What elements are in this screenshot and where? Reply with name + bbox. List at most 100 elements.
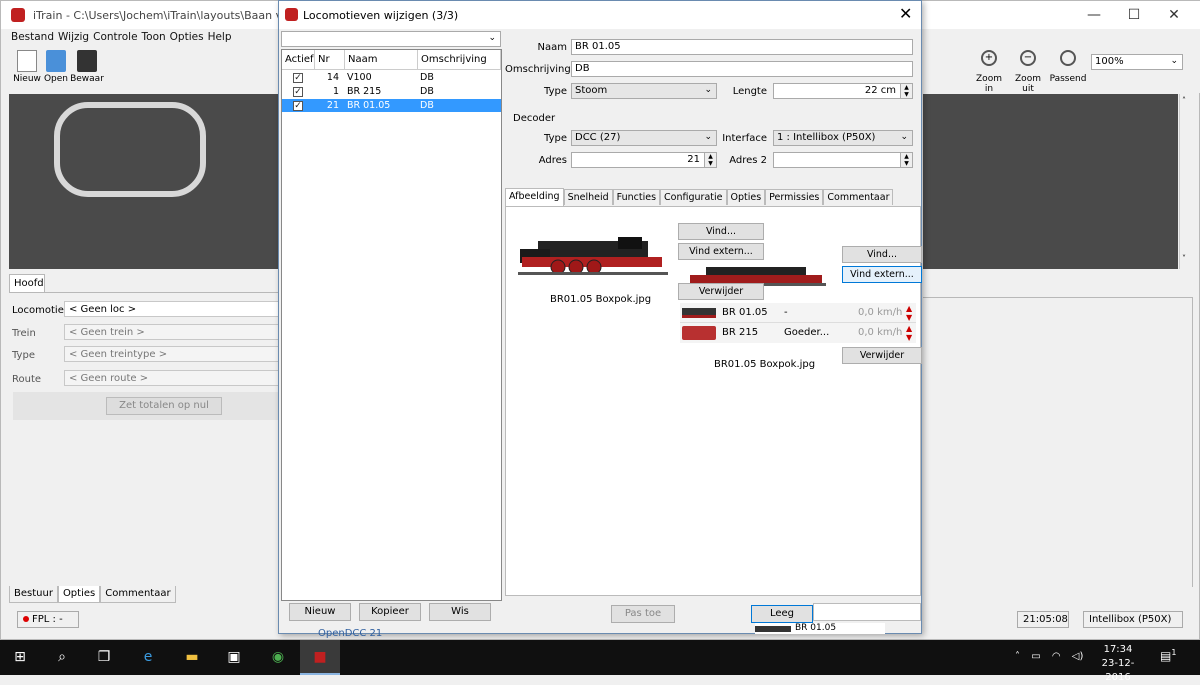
zoom-out-button[interactable]: − Zoom uit (1008, 50, 1048, 94)
tab-opties[interactable]: Opties (726, 189, 766, 205)
col-naam[interactable]: Naam (345, 50, 418, 70)
table-row-selected[interactable]: ✓ 21 BR 01.05 DB (282, 99, 501, 112)
direction-icon[interactable]: ▲ ▼ (906, 304, 912, 322)
scroll-up-icon[interactable]: ˄ (1182, 96, 1186, 105)
remove-button-ghost[interactable]: Verwijder (842, 347, 922, 364)
scroll-down-icon[interactable]: ˅ (1182, 254, 1186, 263)
edge-icon[interactable]: e (128, 640, 168, 675)
delete-loco-button[interactable]: Wis (429, 603, 491, 621)
zoom-out-label: Zoom uit (1015, 74, 1041, 94)
treintype-field[interactable]: < Geen treintype > (64, 346, 279, 362)
filter-select[interactable]: ⌄ (281, 31, 501, 47)
row-nr: 21 (326, 100, 339, 111)
clock-date: 23-12-2016 (1101, 658, 1135, 683)
tab-afbeelding[interactable]: Afbeelding (505, 188, 564, 206)
decoder-type-select[interactable]: DCC (27) ⌄ (571, 130, 717, 146)
chevron-up-icon[interactable]: ˄ (1015, 651, 1020, 662)
task-view-icon[interactable]: ❐ (84, 640, 124, 675)
col-omschrijving[interactable]: Omschrijving (418, 50, 501, 70)
menu-opties[interactable]: Opties (170, 31, 204, 43)
tab-permissies[interactable]: Permissies (765, 189, 824, 205)
route-field[interactable]: < Geen route > (64, 370, 279, 386)
zoom-in-icon: + (981, 50, 997, 66)
find-external-button-ghost[interactable]: Vind extern... (842, 266, 922, 283)
search-icon[interactable]: ⌕ (42, 640, 82, 675)
length-input[interactable]: 22 cm ▲ ▼ (773, 83, 913, 99)
new-loco-button[interactable]: Nieuw (289, 603, 351, 621)
maximize-icon[interactable]: ☐ (1117, 5, 1151, 25)
itrain-taskbar-icon[interactable]: ■ (300, 640, 340, 675)
find-button-ghost[interactable]: Vind... (842, 246, 922, 263)
clear-button[interactable]: Leeg (751, 605, 813, 623)
col-actief[interactable]: Actief (282, 50, 315, 70)
notification-icon[interactable]: ▤1 (1160, 648, 1176, 663)
type-select[interactable]: Stoom ⌄ (571, 83, 717, 99)
taskbar-clock[interactable]: 17:34 23-12-2016 (1090, 643, 1146, 685)
mini-list-row[interactable]: BR 01.05 - 0,0 km/h ▲ ▼ (680, 303, 916, 323)
open-button[interactable]: Open (39, 50, 73, 84)
tab-commentaar[interactable]: Commentaar (823, 189, 894, 205)
interface-select[interactable]: 1 : Intellibox (P50X) ⌄ (773, 130, 913, 146)
mini-list-row[interactable]: BR 215 Goeder... 0,0 km/h ▲ ▼ (680, 323, 916, 343)
interface-value: 1 : Intellibox (P50X) (777, 132, 876, 143)
layout-canvas[interactable] (9, 94, 279, 269)
remove-button[interactable]: Verwijder (678, 283, 764, 300)
minimize-icon[interactable]: — (1077, 5, 1111, 25)
tab-hoofd[interactable]: Hoofd (9, 274, 45, 292)
find-button[interactable]: Vind... (678, 223, 764, 240)
menu-toon[interactable]: Toon (142, 31, 166, 43)
layout-canvas-right[interactable] (923, 94, 1178, 269)
tab-snelheid[interactable]: Snelheid (563, 189, 613, 205)
menu-wijzig[interactable]: Wijzig (58, 31, 89, 43)
address2-label: Adres 2 (729, 155, 767, 166)
type-value: Stoom (575, 85, 608, 96)
chrome-icon[interactable]: ◉ (258, 640, 298, 675)
tab-commentaar[interactable]: Commentaar (100, 586, 176, 603)
save-button[interactable]: Bewaar (70, 50, 104, 84)
file-explorer-icon[interactable]: ▬ (172, 640, 212, 675)
track-oval[interactable] (54, 102, 206, 197)
desc-input[interactable]: DB (571, 61, 913, 77)
find-external-button[interactable]: Vind extern... (678, 243, 764, 260)
table-row[interactable]: ✓ 14 V100 DB (282, 71, 501, 84)
address2-input[interactable]: ▲ ▼ (773, 152, 913, 168)
trein-field[interactable]: < Geen trein > (64, 324, 279, 340)
fpl-status[interactable]: FPL : - (17, 611, 79, 628)
zoom-in-button[interactable]: + Zoom in (971, 50, 1007, 94)
menu-controle[interactable]: Controle (93, 31, 137, 43)
store-icon[interactable]: ▣ (214, 640, 254, 675)
active-checkbox[interactable]: ✓ (293, 87, 303, 97)
copy-loco-button[interactable]: Kopieer (359, 603, 421, 621)
spinner-icon[interactable]: ▲ ▼ (704, 153, 716, 167)
apply-button[interactable]: Pas toe (611, 605, 675, 623)
close-icon[interactable]: ✕ (1157, 5, 1191, 25)
address-input[interactable]: 21 ▲ ▼ (571, 152, 717, 168)
reset-totals-button[interactable]: Zet totalen op nul (106, 397, 222, 415)
fit-button[interactable]: Passend (1049, 50, 1087, 84)
menu-bestand[interactable]: Bestand (11, 31, 54, 43)
tab-functies[interactable]: Functies (612, 189, 661, 205)
name-input[interactable]: BR 01.05 (571, 39, 913, 55)
tab-opties[interactable]: Opties (57, 586, 101, 603)
active-checkbox[interactable]: ✓ (293, 101, 303, 111)
windows-start-icon[interactable]: ⊞ (0, 640, 40, 675)
close-icon[interactable]: ✕ (899, 4, 912, 23)
mini-speed: 0,0 km/h (858, 307, 903, 318)
active-checkbox[interactable]: ✓ (293, 73, 303, 83)
tab-configuratie[interactable]: Configuratie (660, 189, 727, 205)
network-icon[interactable]: ◠ (1052, 651, 1061, 662)
volume-icon[interactable]: ◁) (1072, 651, 1084, 662)
decoder-label: Decoder (513, 113, 556, 124)
zoom-select[interactable]: 100% ⌄ (1091, 54, 1183, 70)
spinner-icon[interactable]: ▲ ▼ (900, 84, 912, 98)
locomotief-field[interactable]: < Geen loc > (64, 301, 279, 317)
ghost-row: BR 01.05 (755, 623, 885, 634)
table-row[interactable]: ✓ 1 BR 215 DB (282, 85, 501, 98)
vertical-scrollbar[interactable]: ˄ ˅ (1179, 94, 1193, 269)
menu-help[interactable]: Help (208, 31, 232, 43)
spinner-icon[interactable]: ▲ ▼ (900, 153, 912, 167)
direction-icon[interactable]: ▲ ▼ (906, 324, 912, 342)
battery-icon[interactable]: ▭ (1031, 651, 1040, 662)
col-nr[interactable]: Nr (315, 50, 345, 70)
tab-bestuur[interactable]: Bestuur (9, 586, 58, 603)
